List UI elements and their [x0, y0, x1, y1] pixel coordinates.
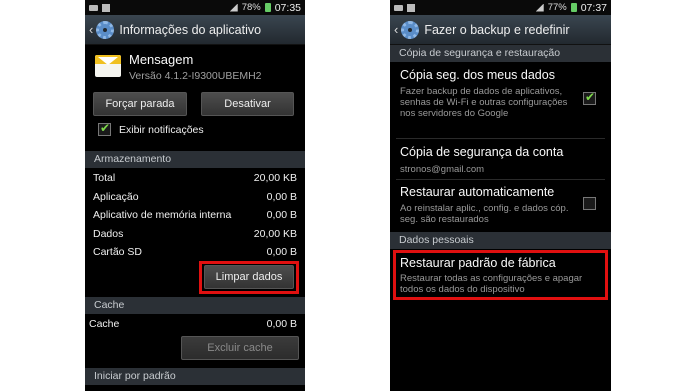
usb-icon	[394, 4, 403, 11]
backup-my-data-checkbox[interactable]	[583, 90, 596, 105]
storage-row-label: Cartão SD	[93, 246, 143, 258]
storage-row-value: 0,00 B	[266, 191, 297, 203]
storage-section-header: Armazenamento	[85, 151, 305, 168]
battery-percent: 77%	[547, 2, 567, 13]
storage-row-label: Dados	[93, 228, 124, 240]
title-bar[interactable]: ‹ Fazer o backup e redefinir	[390, 15, 611, 45]
cache-row-label: Cache	[89, 318, 120, 330]
backup-my-data-title: Cópia seg. dos meus dados	[400, 68, 555, 82]
backup-my-data-desc: Fazer backup de dados de aplicativos, se…	[400, 86, 568, 119]
app-version: Versão 4.1.2-I9300UBEMH2	[129, 70, 262, 82]
cache-row-value: 0,00 B	[266, 318, 297, 330]
settings-gear-icon	[96, 20, 115, 39]
settings-gear-icon	[401, 20, 420, 39]
title-bar[interactable]: ‹ Informações do aplicativo	[85, 15, 305, 45]
clear-cache-button[interactable]: Excluir cache	[181, 336, 299, 360]
cache-section-header: Cache	[85, 297, 305, 314]
clear-data-highlight	[199, 261, 299, 294]
battery-icon	[570, 3, 577, 12]
disable-button[interactable]: Desativar	[201, 92, 294, 116]
signal-icon	[229, 3, 238, 12]
storage-row-label: Aplicativo de memória interna	[93, 209, 232, 221]
battery-percent: 78%	[241, 2, 261, 13]
divider	[396, 138, 605, 139]
auto-restore-title: Restaurar automaticamente	[400, 185, 555, 199]
clock: 07:37	[580, 1, 607, 14]
storage-row-value: 20,00 KB	[253, 172, 297, 184]
auto-restore-checkbox[interactable]	[583, 197, 596, 210]
backup-account-title: Cópia de segurança da conta	[400, 145, 564, 159]
status-bar: 77% 07:37	[390, 0, 611, 15]
app-name: Mensagem	[129, 52, 194, 67]
clock: 07:35	[274, 1, 301, 14]
force-stop-button[interactable]: Forçar parada	[93, 92, 187, 116]
divider	[396, 179, 605, 180]
backup-section-header: Cópia de segurança e restauração	[390, 45, 611, 62]
app-info-screen: 78% 07:35 ‹ Informações do aplicativo Me…	[85, 0, 305, 391]
backup-account-value: stronos@gmail.com	[400, 164, 485, 175]
page-title: Informações do aplicativo	[119, 22, 262, 37]
usb-icon	[89, 4, 98, 11]
back-chevron-icon[interactable]: ‹	[394, 22, 398, 37]
signal-icon	[535, 3, 544, 12]
storage-row-label: Total	[93, 172, 116, 184]
page-title: Fazer o backup e redefinir	[424, 22, 570, 37]
battery-icon	[264, 3, 271, 12]
auto-restore-desc: Ao reinstalar aplic., config. e dados có…	[400, 203, 569, 225]
show-notifications-label: Exibir notificações	[119, 124, 204, 136]
storage-row-value: 0,00 B	[266, 246, 297, 258]
back-chevron-icon[interactable]: ‹	[89, 22, 93, 37]
show-notifications-checkbox[interactable]	[98, 121, 111, 136]
personal-data-section-header: Dados pessoais	[390, 232, 611, 249]
storage-row-value: 20,00 KB	[253, 228, 297, 240]
launch-default-section-header: Iniciar por padrão	[85, 368, 305, 385]
status-bar: 78% 07:35	[85, 0, 305, 15]
message-app-icon	[95, 55, 121, 77]
notification-icon	[407, 3, 415, 12]
storage-row-label: Aplicação	[93, 191, 139, 203]
storage-row-value: 0,00 B	[266, 209, 297, 221]
notification-icon	[102, 3, 110, 12]
factory-reset-highlight	[393, 250, 608, 300]
backup-reset-screen: 77% 07:37 ‹ Fazer o backup e redefinir C…	[390, 0, 611, 391]
